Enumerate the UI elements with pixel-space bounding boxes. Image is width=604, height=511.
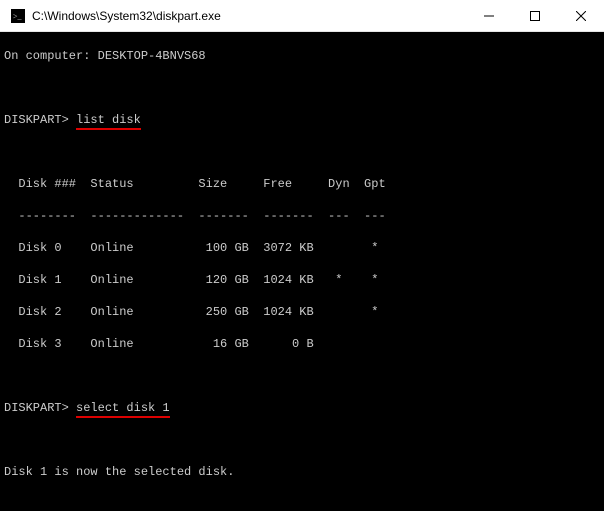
output-line: Disk 1 is now the selected disk. <box>0 464 604 480</box>
prompt-line: DISKPART> list disk <box>0 112 604 128</box>
blank-line <box>0 496 604 511</box>
minimize-button[interactable] <box>466 0 512 31</box>
cmd-list-disk: list disk <box>76 112 141 128</box>
output-line: On computer: DESKTOP-4BNVS68 <box>0 48 604 64</box>
table-row: Disk 2 Online 250 GB 1024 KB * <box>0 304 604 320</box>
table-row: Disk 0 Online 100 GB 3072 KB * <box>0 240 604 256</box>
blank-line <box>0 80 604 96</box>
close-button[interactable] <box>558 0 604 31</box>
prompt: DISKPART> <box>4 113 69 127</box>
cmd-select-disk: select disk 1 <box>76 400 170 416</box>
svg-text:>_: >_ <box>13 12 23 21</box>
prompt-line: DISKPART> select disk 1 <box>0 400 604 416</box>
table-separator: -------- ------------- ------- ------- -… <box>0 208 604 224</box>
table-header: Disk ### Status Size Free Dyn Gpt <box>0 176 604 192</box>
terminal-output[interactable]: On computer: DESKTOP-4BNVS68 DISKPART> l… <box>0 32 604 511</box>
table-row: Disk 1 Online 120 GB 1024 KB * * <box>0 272 604 288</box>
diskpart-window: >_ C:\Windows\System32\diskpart.exe On c… <box>0 0 604 511</box>
app-icon: >_ <box>10 8 26 24</box>
maximize-button[interactable] <box>512 0 558 31</box>
window-controls <box>466 0 604 31</box>
table-row: Disk 3 Online 16 GB 0 B <box>0 336 604 352</box>
titlebar[interactable]: >_ C:\Windows\System32\diskpart.exe <box>0 0 604 32</box>
window-title: C:\Windows\System32\diskpart.exe <box>32 9 466 23</box>
blank-line <box>0 432 604 448</box>
blank-line <box>0 144 604 160</box>
prompt: DISKPART> <box>4 401 69 415</box>
blank-line <box>0 368 604 384</box>
